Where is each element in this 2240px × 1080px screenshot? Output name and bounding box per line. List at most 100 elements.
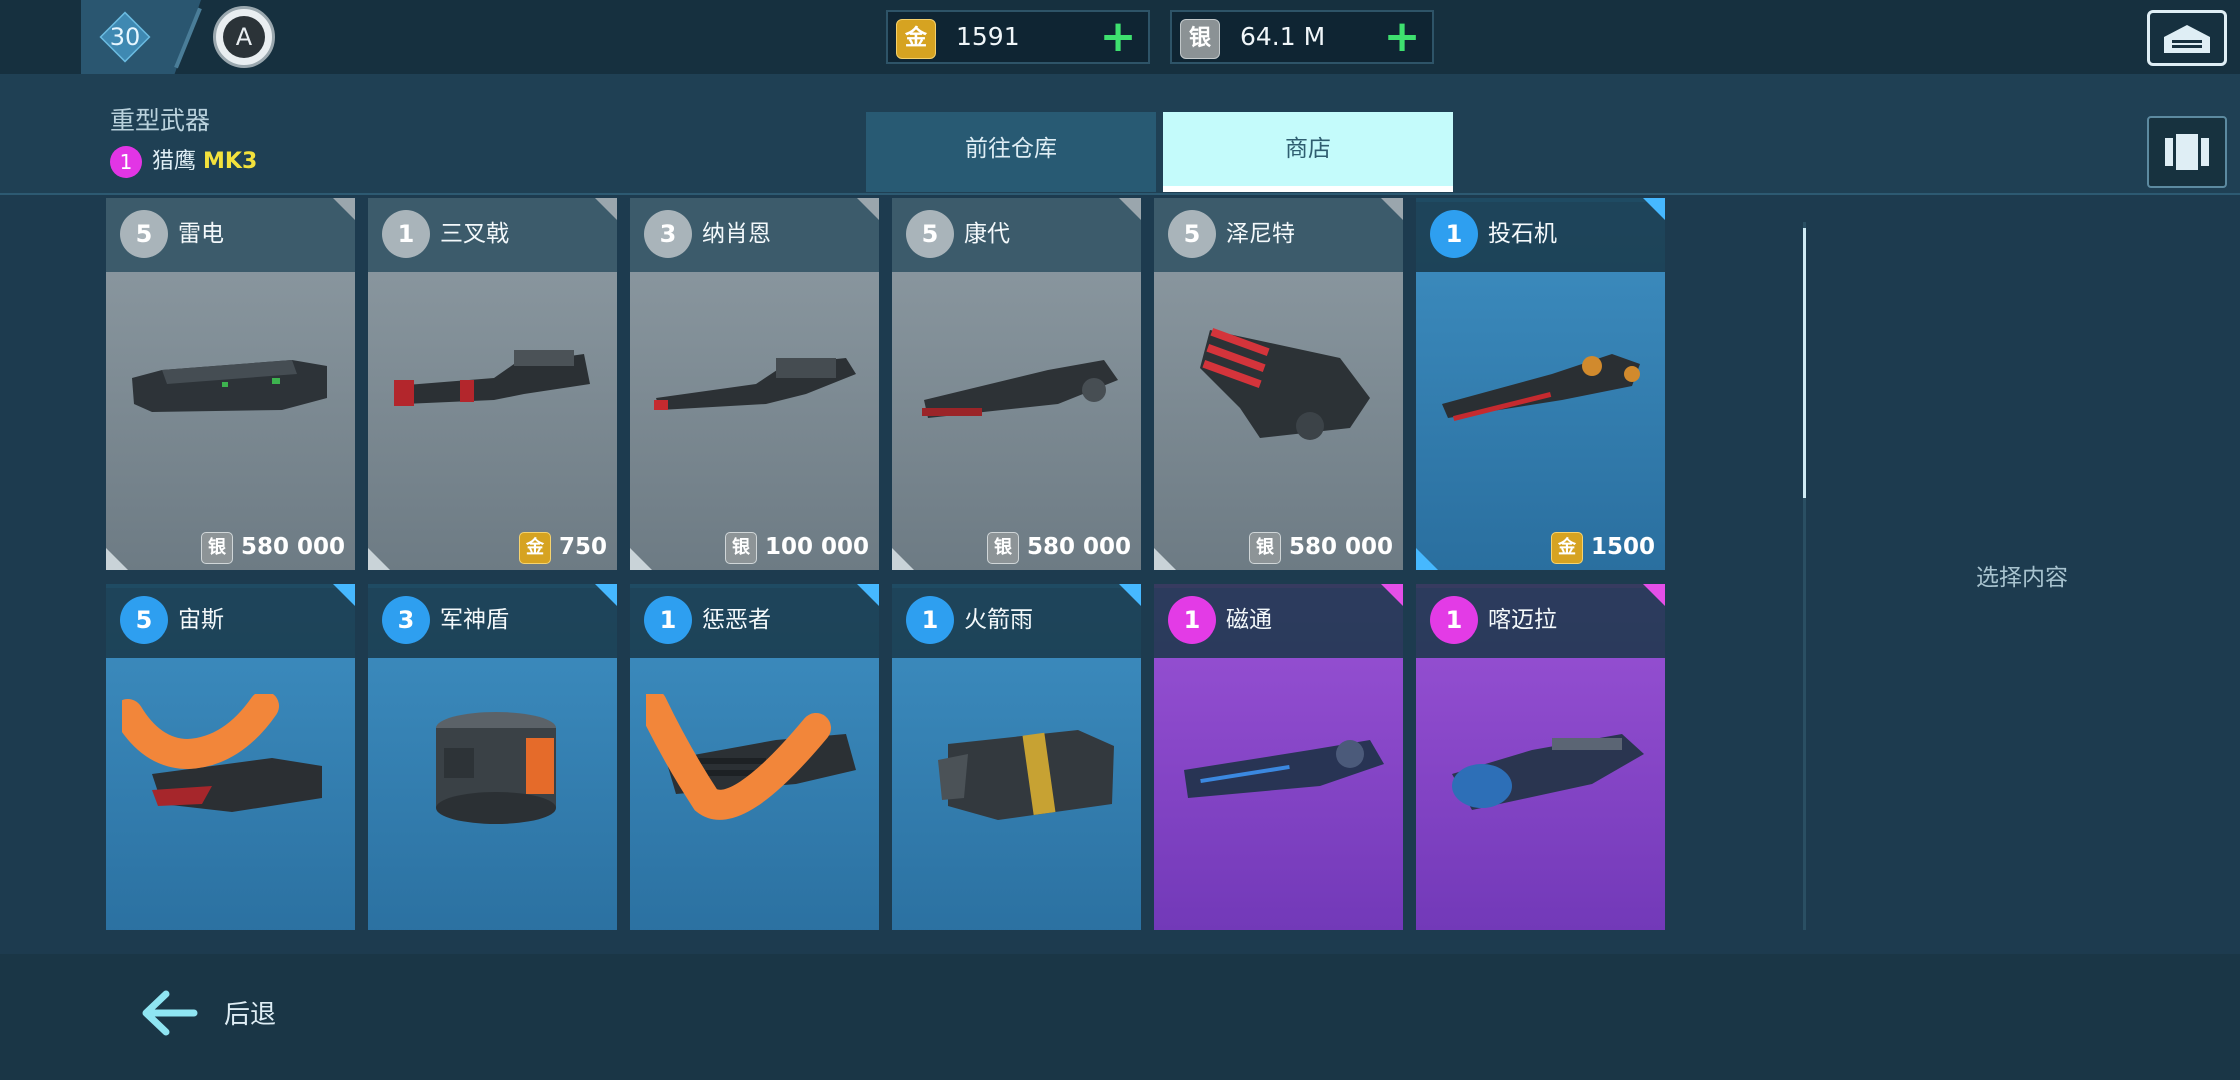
rarity-corner — [333, 198, 355, 220]
weapon-card[interactable]: 5 宙斯 — [106, 584, 355, 930]
tier-badge: 1 — [382, 210, 430, 258]
selected-weapon-name: 猎鹰 — [152, 149, 197, 174]
weapon-card[interactable]: 1 三叉戟 金 750 — [368, 198, 617, 570]
selected-weapon-mark: MK3 — [203, 149, 258, 174]
tier-badge: 1 — [1430, 596, 1478, 644]
top-bar: 30 A 金 1591 + 银 64.1 M + — [0, 0, 2240, 74]
tier-badge: 1 — [1168, 596, 1216, 644]
price: 银 580 000 — [1248, 530, 1393, 564]
back-arrow-icon[interactable] — [138, 988, 200, 1038]
weapon-image — [1200, 327, 1370, 440]
category-title: 重型武器 — [110, 106, 211, 135]
silver-icon: 银 — [1180, 19, 1220, 59]
tab-warehouse[interactable]: 前往仓库 — [866, 112, 1156, 192]
weapon-name: 宙斯 — [178, 607, 224, 633]
weapon-name: 纳肖恩 — [702, 221, 771, 247]
price-value: 1500 — [1590, 534, 1655, 560]
weapon-name: 喀迈拉 — [1488, 607, 1557, 633]
loadout-button[interactable] — [2147, 116, 2227, 188]
weapon-card[interactable]: 5 雷电 银 580 000 — [106, 198, 355, 570]
rarity-corner — [1154, 548, 1176, 570]
weapon-name: 三叉戟 — [440, 221, 509, 247]
price: 银 100 000 — [724, 530, 869, 564]
rarity-corner — [892, 548, 914, 570]
weapon-card[interactable]: 3 纳肖恩 银 100 000 — [630, 198, 879, 570]
price-value: 580 000 — [1288, 534, 1393, 560]
rarity-corner — [1119, 584, 1141, 606]
weapon-card[interactable]: 3 军神盾 — [368, 584, 617, 930]
weapon-card[interactable]: 1 火箭雨 — [892, 584, 1141, 930]
add-gold-button[interactable]: + — [1098, 15, 1138, 59]
rarity-corner — [857, 584, 879, 606]
tier-badge: 1 — [644, 596, 692, 644]
weapon-image — [394, 350, 590, 406]
weapon-name: 泽尼特 — [1226, 221, 1295, 247]
rarity-corner — [333, 584, 355, 606]
weapon-image — [922, 360, 1118, 418]
price: 金 750 — [518, 530, 607, 564]
weapon-name: 磁通 — [1226, 607, 1272, 633]
weapon-image — [654, 358, 856, 410]
weapon-image — [122, 694, 322, 812]
weapon-image — [132, 360, 327, 412]
rarity-corner — [1643, 198, 1665, 220]
player-level: 30 — [109, 23, 141, 51]
footer-bar — [0, 954, 2240, 1080]
rarity-corner — [1416, 548, 1438, 570]
gold-icon: 金 — [896, 19, 936, 59]
price: 银 580 000 — [200, 530, 345, 564]
weapon-name: 惩恶者 — [702, 607, 771, 633]
tier-badge: 5 — [906, 210, 954, 258]
weapon-name: 投石机 — [1488, 221, 1557, 247]
silver-icon: 银 — [724, 531, 757, 564]
weapon-image — [436, 712, 556, 824]
weapon-image — [1442, 354, 1640, 422]
rarity-corner — [368, 548, 390, 570]
silver-amount: 64.1 M — [1240, 22, 1326, 51]
gold-icon: 金 — [1550, 531, 1583, 564]
tier-badge: 1 — [110, 146, 142, 178]
tier-badge: 5 — [1168, 210, 1216, 258]
weapon-card[interactable]: 1 投石机 金 1500 — [1416, 198, 1665, 570]
tab-store[interactable]: 商店 — [1163, 112, 1453, 192]
gold-counter: 金 1591 + — [886, 10, 1150, 64]
silver-counter: 银 64.1 M + — [1170, 10, 1434, 64]
weapon-card[interactable]: 1 磁通 — [1154, 584, 1403, 930]
weapon-name: 火箭雨 — [964, 607, 1033, 633]
back-button[interactable]: 后退 — [224, 994, 276, 1031]
price-value: 580 000 — [1026, 534, 1131, 560]
rarity-corner — [106, 548, 128, 570]
rarity-corner — [1643, 584, 1665, 606]
silver-icon: 银 — [986, 531, 1019, 564]
tier-badge: 5 — [120, 210, 168, 258]
weapon-card[interactable]: 1 惩恶者 — [630, 584, 879, 930]
rarity-corner — [1381, 198, 1403, 220]
weapon-image — [938, 730, 1114, 820]
garage-icon — [2164, 25, 2210, 53]
weapon-name: 军神盾 — [440, 607, 509, 633]
tier-badge: 3 — [644, 210, 692, 258]
price: 金 1500 — [1550, 530, 1655, 564]
gold-amount: 1591 — [956, 22, 1020, 51]
weapon-grid: 5 雷电 银 580 000 1 三叉戟 金 750 3 纳肖恩 银 100 0… — [106, 198, 1666, 930]
tier-badge: 1 — [906, 596, 954, 644]
weapon-name: 雷电 — [178, 221, 224, 247]
weapon-card[interactable]: 5 泽尼特 银 580 000 — [1154, 198, 1403, 570]
price-value: 100 000 — [764, 534, 869, 560]
weapon-image — [1452, 734, 1644, 810]
rarity-corner — [1119, 198, 1141, 220]
weapon-card[interactable]: 5 康代 银 580 000 — [892, 198, 1141, 570]
header-divider — [0, 193, 2240, 195]
clan-emblem[interactable]: A — [213, 6, 275, 68]
tier-badge: 5 — [120, 596, 168, 644]
add-silver-button[interactable]: + — [1382, 15, 1422, 59]
garage-button[interactable] — [2147, 10, 2227, 66]
rarity-corner — [630, 548, 652, 570]
weapon-image — [646, 694, 856, 820]
rarity-corner — [595, 198, 617, 220]
weapon-card[interactable]: 1 喀迈拉 — [1416, 584, 1665, 930]
player-level-badge[interactable]: 30 — [99, 11, 151, 63]
scrollbar-thumb[interactable] — [1803, 228, 1806, 498]
rarity-corner — [595, 584, 617, 606]
selected-weapon: 1 猎鹰 MK3 — [110, 146, 257, 178]
